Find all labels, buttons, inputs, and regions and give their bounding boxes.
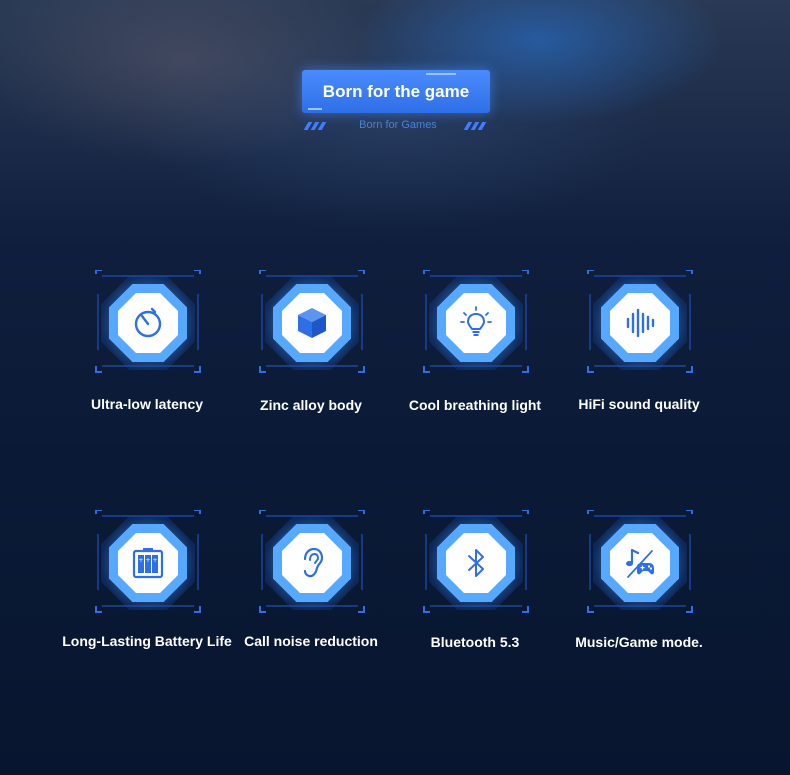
frame-decoration [95,510,201,613]
feature-bluetooth-5-3: Bluetooth 5.3 [390,510,560,680]
feature-label: Music/Game mode. [575,634,703,650]
feature-ultra-low-latency: Ultra-low latency [62,270,232,440]
feature-cool-breathing-light: Cool breathing light [390,270,560,440]
feature-hifi-sound-quality: HiFi sound quality [554,270,724,440]
frame-decoration [423,510,529,613]
feature-music-game-mode: Music/Game mode. [554,510,724,680]
feature-label: HiFi sound quality [578,396,700,412]
stripe-decoration-right [462,122,490,130]
feature-zinc-alloy-body: Zinc alloy body [226,270,396,440]
frame-decoration [259,270,365,373]
frame-decoration [95,270,201,373]
feature-long-lasting-battery-life: + + + Long-Lasting Battery Life [62,510,232,680]
icon-frame [390,510,560,630]
icon-frame [554,510,724,630]
stripe-decoration-left [302,122,330,130]
frame-decoration [587,510,693,613]
frame-decoration [587,270,693,373]
page-title-text: Born for the game [322,81,470,101]
frame-decoration [259,510,365,613]
icon-frame [226,510,396,630]
icon-frame: + + + [62,510,232,630]
feature-call-noise-reduction: Call noise reduction [226,510,396,680]
frame-decoration [423,270,529,373]
icon-frame [62,270,232,390]
header: Born for the game Born for Games [0,0,790,150]
icon-frame [226,270,396,390]
icon-frame [390,270,560,390]
page-subtitle: Born for Games [359,119,437,131]
icon-frame [554,270,724,390]
page-title: Born for the game [302,70,490,113]
